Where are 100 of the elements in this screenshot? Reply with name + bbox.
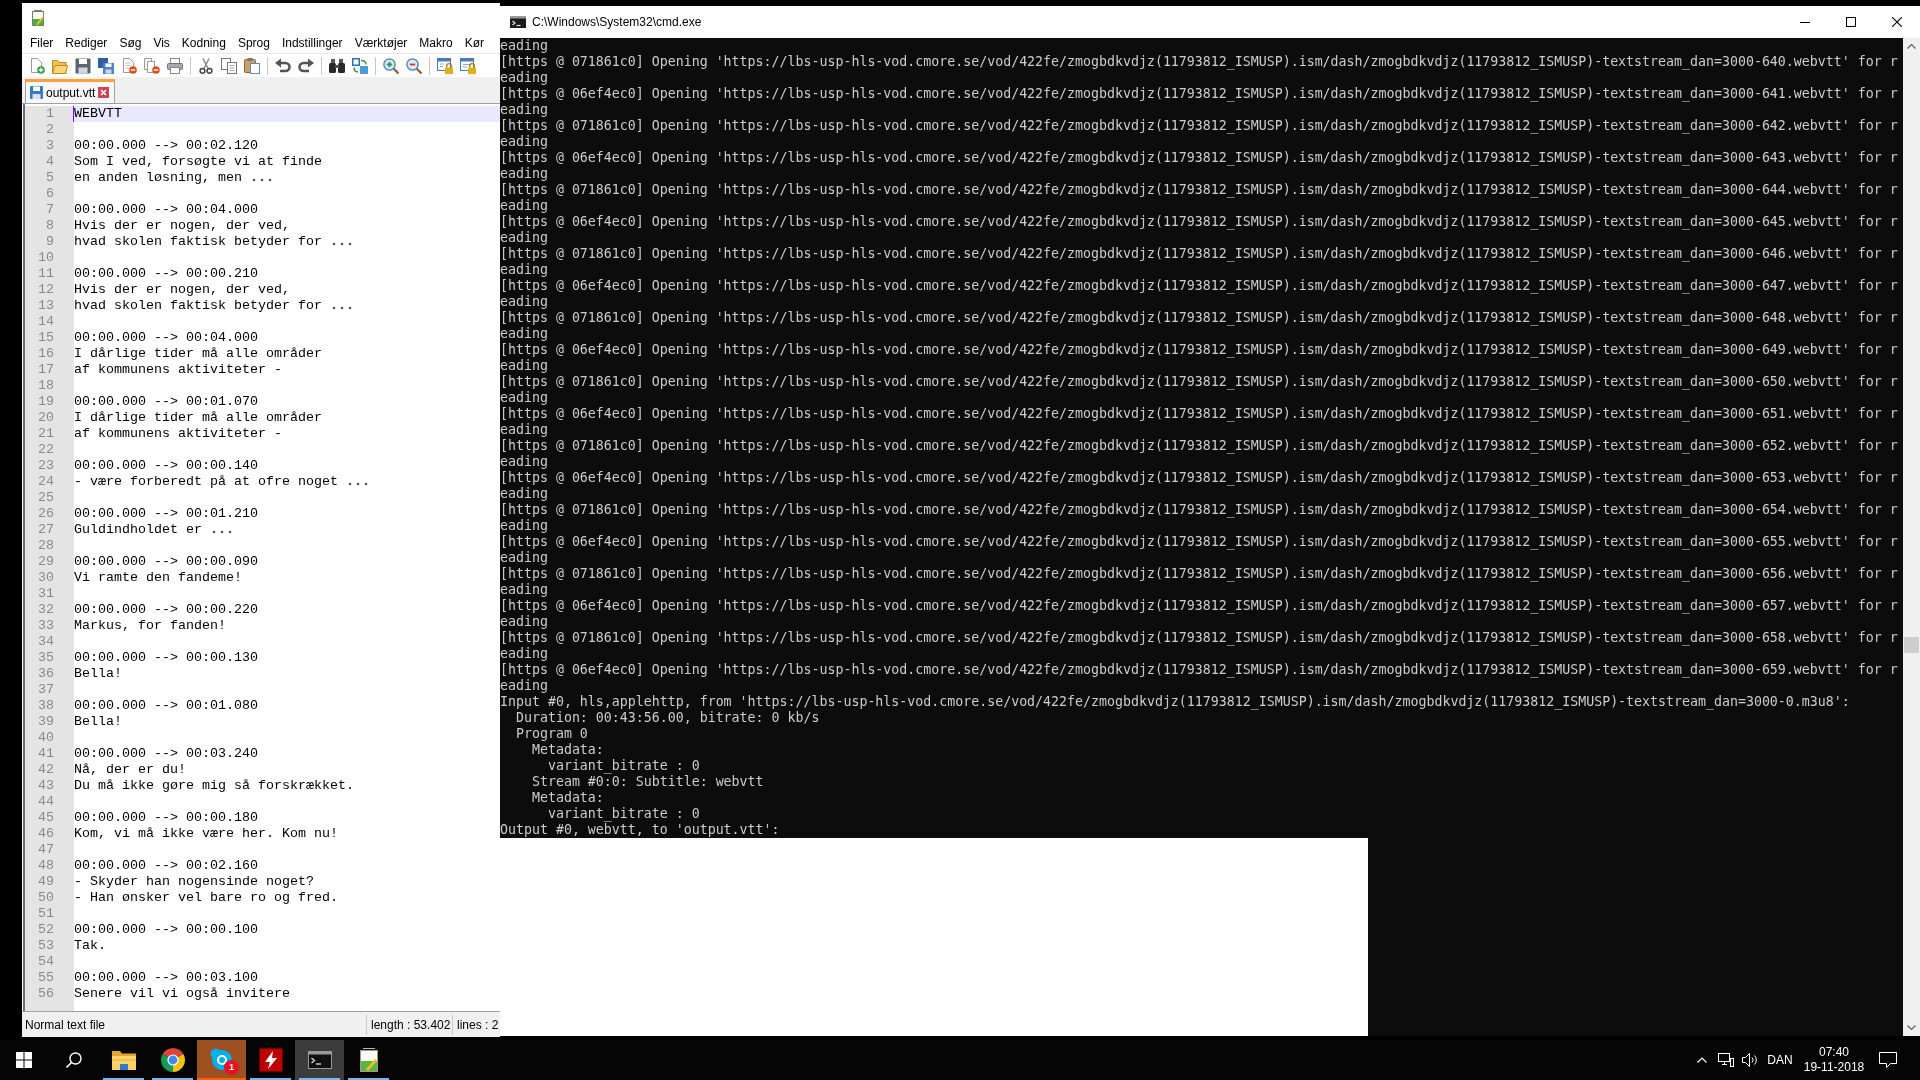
menu-item[interactable]: Værktøjer (348, 34, 414, 52)
magnifier-minus-icon[interactable] (406, 57, 422, 74)
speech-bubble-icon[interactable] (1879, 1052, 1897, 1068)
close-icon[interactable] (1892, 17, 1902, 27)
console-line: [https @ 071861c0] Opening 'https://lbs-usp-hls-vod.cmore.se/vod/422fe/zmogbdkvdjz(11793812_ISMUSP).ism/dash/zmogbdkvdjz(11793812_ISMUSP)-textstream_dan=3000-648.webvtt' for r (500, 310, 1898, 326)
window-padlock-icon[interactable] (460, 57, 476, 74)
menu-item[interactable]: Rediger (59, 34, 114, 52)
folder-icon[interactable] (52, 57, 68, 74)
line-number: 13 (38, 298, 54, 314)
console-line: eading (500, 102, 548, 118)
printer-icon[interactable] (167, 57, 183, 74)
editor-text: I dårlige tider må alle områder (74, 410, 322, 426)
console-line: eading (500, 422, 548, 438)
search-icon[interactable] (65, 1052, 82, 1068)
right-curved-arrow-icon[interactable] (298, 57, 314, 74)
console-line: eading (500, 678, 548, 694)
line-number: 31 (38, 586, 54, 602)
line-number: 36 (38, 666, 54, 682)
line-number: 15 (38, 330, 54, 346)
line-number: 44 (38, 794, 54, 810)
clipboard-icon[interactable] (244, 57, 260, 74)
taskbar-button[interactable]: 1 (197, 1040, 246, 1080)
taskbar-button[interactable] (295, 1040, 344, 1080)
page-plus-icon[interactable] (29, 57, 45, 74)
editor-text: Bella! (74, 666, 122, 682)
line-number: 5 (46, 170, 54, 186)
two-pages-icon[interactable] (221, 57, 237, 74)
lightning-tile-icon (258, 1048, 283, 1072)
chevron-up-icon[interactable] (1697, 1057, 1707, 1063)
console-line: Metadata: (530, 790, 604, 806)
console-line: eading (500, 646, 548, 662)
console-line: [https @ 06ef4ec0] Opening 'https://lbs-usp-hls-vod.cmore.se/vod/422fe/zmogbdkvdjz(11793812_ISMUSP).ism/dash/zmogbdkvdjz(11793812_ISMUSP)-textstream_dan=3000-643.webvtt' for r (500, 150, 1898, 166)
folder-icon (111, 1050, 136, 1070)
status-lines: lines : 2 (457, 1017, 499, 1032)
editor-text: 00:00.000 --> 00:04.000 (74, 330, 258, 346)
line-number: 1 (46, 106, 54, 122)
editor-text: 00:00.000 --> 00:04.000 (74, 202, 258, 218)
line-number: 48 (38, 858, 54, 874)
scissors-icon[interactable] (198, 57, 214, 74)
line-number: 43 (38, 778, 54, 794)
window-padlock-icon[interactable] (437, 57, 453, 74)
scroll-thumb[interactable] (1904, 637, 1919, 653)
two-floppy-disks-icon[interactable] (98, 57, 114, 74)
notepad-icon (32, 10, 44, 26)
line-number: 20 (38, 410, 54, 426)
editor-text: 00:00.000 --> 00:00.220 (74, 602, 258, 618)
line-number: 21 (38, 426, 54, 442)
line-number: 12 (38, 282, 54, 298)
clock-time[interactable]: 07:40 (1819, 1045, 1849, 1060)
menu-item[interactable]: Vis (147, 34, 176, 52)
left-curved-arrow-icon[interactable] (275, 57, 291, 74)
menu-item[interactable]: Kodning (175, 34, 232, 52)
menu-item[interactable]: Kør (458, 34, 490, 52)
line-number: 41 (38, 746, 54, 762)
console-line: eading (500, 358, 548, 374)
notepad-icon (359, 1048, 378, 1072)
editor-text: Guldindholdet er ... (74, 522, 234, 538)
menu-item[interactable]: Sprog (231, 34, 276, 52)
line-number: 2 (46, 122, 54, 138)
console-line: [https @ 06ef4ec0] Opening 'https://lbs-usp-hls-vod.cmore.se/vod/422fe/zmogbdkvdjz(11793812_ISMUSP).ism/dash/zmogbdkvdjz(11793812_ISMUSP)-textstream_dan=3000-653.webvtt' for r (500, 470, 1898, 486)
line-number: 4 (46, 154, 54, 170)
line-number: 33 (38, 618, 54, 634)
menu-item[interactable]: Indstillinger (275, 34, 349, 52)
volume-icon[interactable] (1742, 1053, 1758, 1067)
console-line: [https @ 06ef4ec0] Opening 'https://lbs-usp-hls-vod.cmore.se/vod/422fe/zmogbdkvdjz(11793812_ISMUSP).ism/dash/zmogbdkvdjz(11793812_ISMUSP)-textstream_dan=3000-655.webvtt' for r (500, 534, 1898, 550)
line-number: 51 (38, 906, 54, 922)
console-line: Stream #0:0: Subtitle: webvtt (530, 774, 764, 790)
network-icon[interactable] (1718, 1053, 1734, 1067)
console-line: eading (500, 198, 548, 214)
pages-minus-icon[interactable] (144, 57, 160, 74)
line-number: 24 (38, 474, 54, 490)
editor-text: Kom, vi må ikke være her. Kom nu! (74, 826, 338, 842)
minimize-icon[interactable] (1800, 21, 1810, 23)
line-number: 29 (38, 554, 54, 570)
editor-text: Nå, der er du! (74, 762, 186, 778)
console-line: eading (500, 230, 548, 246)
status-length: length : 53.402 (371, 1017, 451, 1032)
line-number: 45 (38, 810, 54, 826)
magnifier-plus-icon[interactable] (383, 57, 399, 74)
input-language[interactable]: DAN (1767, 1053, 1793, 1067)
menu-item[interactable]: Makro (413, 34, 459, 52)
swap-boxes-icon[interactable] (352, 57, 368, 74)
clock-date[interactable]: 19-11-2018 (1803, 1060, 1865, 1075)
console-line: eading (500, 390, 548, 406)
editor-text: 00:00.000 --> 00:00.210 (74, 266, 258, 282)
start-icon[interactable] (16, 1052, 32, 1068)
editor-text: I dårlige tider må alle områder (74, 346, 322, 362)
line-number: 30 (38, 570, 54, 586)
file-tab[interactable]: output.vtt (25, 79, 116, 103)
menu-item[interactable]: Søg (113, 34, 148, 52)
scrollbar[interactable] (1903, 38, 1920, 1036)
maximize-icon[interactable] (1846, 17, 1856, 27)
binoculars-icon[interactable] (329, 57, 345, 74)
console-line: [https @ 071861c0] Opening 'https://lbs-usp-hls-vod.cmore.se/vod/422fe/zmogbdkvdjz(11793812_ISMUSP).ism/dash/zmogbdkvdjz(11793812_ISMUSP)-textstream_dan=3000-644.webvtt' for r (500, 182, 1898, 198)
menu-item[interactable]: Filer (24, 34, 60, 52)
console-line: [https @ 071861c0] Opening 'https://lbs-usp-hls-vod.cmore.se/vod/422fe/zmogbdkvdjz(11793812_ISMUSP).ism/dash/zmogbdkvdjz(11793812_ISMUSP)-textstream_dan=3000-642.webvtt' for r (500, 118, 1898, 134)
page-minus-icon[interactable] (121, 57, 137, 74)
line-number: 7 (46, 202, 54, 218)
line-number: 28 (38, 538, 54, 554)
editor-text: 00:00.000 --> 00:03.100 (74, 970, 258, 986)
